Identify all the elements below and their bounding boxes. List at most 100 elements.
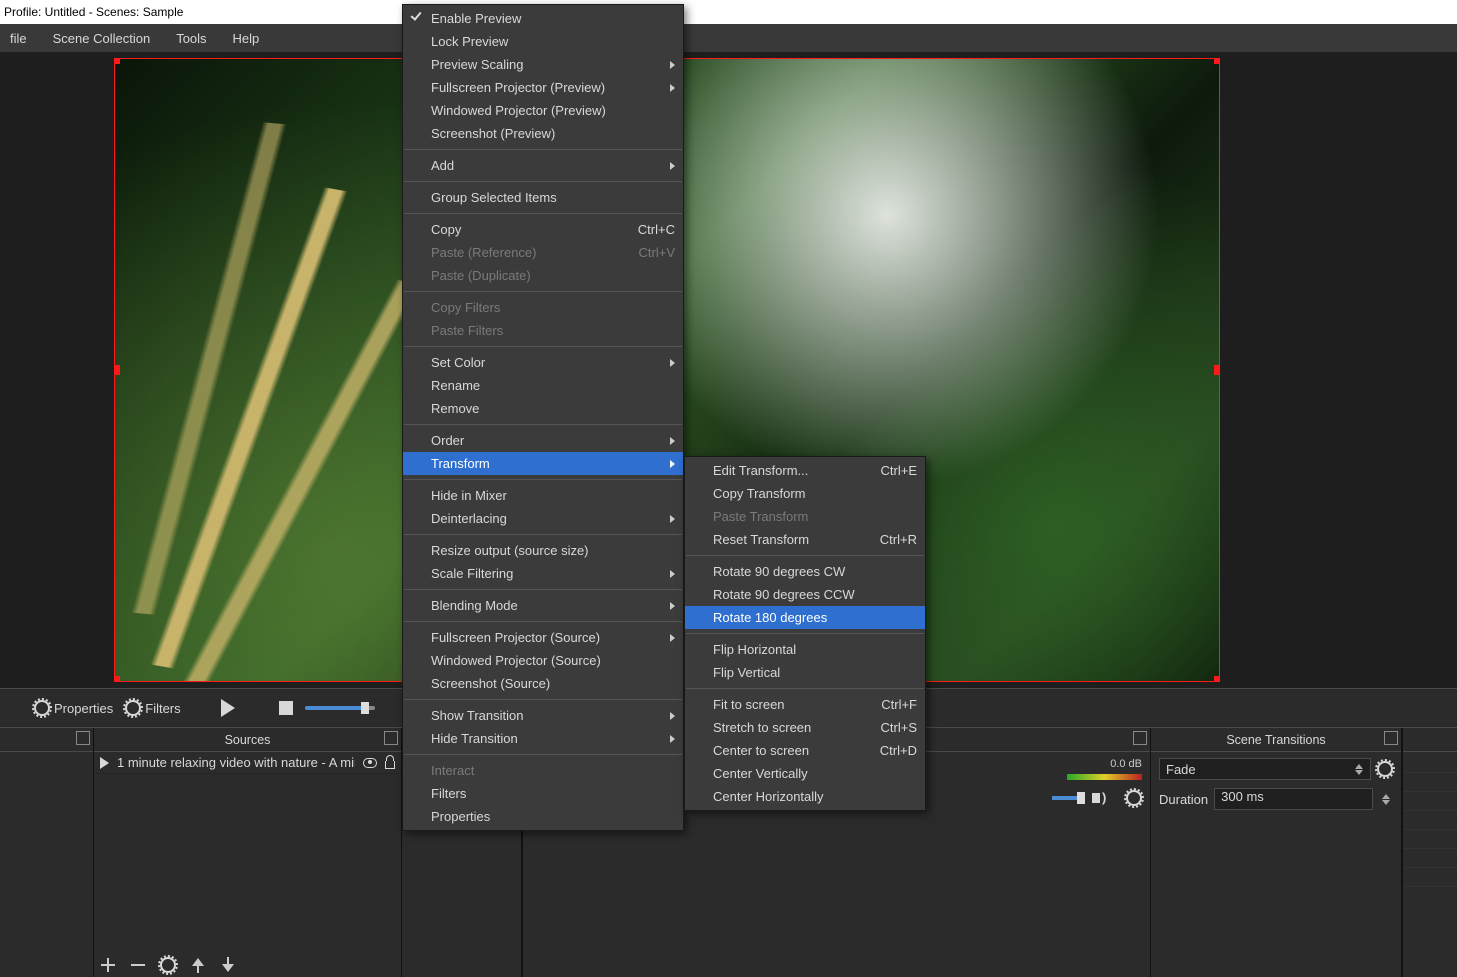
chevron-right-icon <box>670 712 675 720</box>
duration-value: 300 ms <box>1221 789 1264 804</box>
duration-input[interactable]: 300 ms <box>1214 788 1373 810</box>
title-bar: Profile: Untitled - Scenes: Sample <box>0 0 1457 24</box>
ctx-remove[interactable]: Remove <box>403 397 683 420</box>
ctx-rotate-90-ccw[interactable]: Rotate 90 degrees CCW <box>685 583 925 606</box>
ctx-blending-mode[interactable]: Blending Mode <box>403 594 683 617</box>
separator <box>404 754 682 755</box>
ctx-deinterlacing[interactable]: Deinterlacing <box>403 507 683 530</box>
ctx-screenshot-source[interactable]: Screenshot (Source) <box>403 672 683 695</box>
popout-icon[interactable] <box>1133 731 1147 745</box>
menu-help[interactable]: Help <box>223 27 270 50</box>
remove-icon[interactable] <box>130 957 146 973</box>
speaker-icon[interactable] <box>1092 793 1100 803</box>
ctx-add[interactable]: Add <box>403 154 683 177</box>
source-label: 1 minute relaxing video with nature - A … <box>117 755 355 770</box>
ctx-center-to-screen[interactable]: Center to screenCtrl+D <box>685 739 925 762</box>
shortcut: Ctrl+E <box>861 463 917 478</box>
ctx-rotate-90-cw[interactable]: Rotate 90 degrees CW <box>685 560 925 583</box>
ctx-center-horizontally[interactable]: Center Horizontally <box>685 785 925 808</box>
properties-button[interactable]: Properties <box>34 700 113 716</box>
ctx-enable-preview[interactable]: Enable Preview <box>403 7 683 30</box>
chevron-right-icon <box>670 437 675 445</box>
ctx-windowed-projector-source[interactable]: Windowed Projector (Source) <box>403 649 683 672</box>
ctx-hide-transition[interactable]: Hide Transition <box>403 727 683 750</box>
source-item[interactable]: 1 minute relaxing video with nature - A … <box>94 752 401 774</box>
audio-meter <box>1067 774 1142 780</box>
ctx-transform[interactable]: Transform <box>403 452 683 475</box>
shortcut: Ctrl+D <box>860 743 917 758</box>
ctx-windowed-projector-preview[interactable]: Windowed Projector (Preview) <box>403 99 683 122</box>
menu-profile[interactable]: file <box>0 27 37 50</box>
ctx-center-vertically[interactable]: Center Vertically <box>685 762 925 785</box>
separator <box>404 213 682 214</box>
ctx-preview-scaling[interactable]: Preview Scaling <box>403 53 683 76</box>
gear-icon[interactable] <box>160 957 176 973</box>
shortcut: Ctrl+R <box>860 532 917 547</box>
separator <box>404 149 682 150</box>
ctx-flip-horizontal[interactable]: Flip Horizontal <box>685 638 925 661</box>
move-down-icon[interactable] <box>220 957 236 973</box>
ctx-hide-in-mixer[interactable]: Hide in Mixer <box>403 484 683 507</box>
ctx-fullscreen-projector-preview[interactable]: Fullscreen Projector (Preview) <box>403 76 683 99</box>
ctx-show-transition[interactable]: Show Transition <box>403 704 683 727</box>
visibility-icon[interactable] <box>363 758 377 768</box>
popout-icon[interactable] <box>384 731 398 745</box>
sources-panel: Sources 1 minute relaxing video with nat… <box>94 728 402 977</box>
updown-icon[interactable] <box>1379 788 1393 810</box>
ctx-filters[interactable]: Filters <box>403 782 683 805</box>
resize-handle[interactable] <box>114 58 120 64</box>
volume-slider[interactable] <box>1052 796 1082 800</box>
ctx-rename[interactable]: Rename <box>403 374 683 397</box>
gear-icon[interactable] <box>1377 761 1393 777</box>
resize-handle[interactable] <box>114 676 120 682</box>
separator <box>404 621 682 622</box>
gear-icon[interactable] <box>1126 790 1142 806</box>
side-slim-panel <box>1402 728 1457 977</box>
resize-handle[interactable] <box>1214 58 1220 64</box>
ctx-flip-vertical[interactable]: Flip Vertical <box>685 661 925 684</box>
ctx-scale-filtering[interactable]: Scale Filtering <box>403 562 683 585</box>
popout-icon[interactable] <box>1384 731 1398 745</box>
add-icon[interactable] <box>100 957 116 973</box>
resize-handle[interactable] <box>1214 365 1220 375</box>
menu-tools[interactable]: Tools <box>166 27 216 50</box>
ctx-set-color[interactable]: Set Color <box>403 351 683 374</box>
scene-transitions-panel: Scene Transitions Fade Duration 300 ms <box>1150 728 1402 977</box>
ctx-edit-transform[interactable]: Edit Transform...Ctrl+E <box>685 459 925 482</box>
ctx-group-selected[interactable]: Group Selected Items <box>403 186 683 209</box>
ctx-rotate-180[interactable]: Rotate 180 degrees <box>685 606 925 629</box>
scenes-panel <box>0 728 94 977</box>
ctx-fit-to-screen[interactable]: Fit to screenCtrl+F <box>685 693 925 716</box>
popout-icon[interactable] <box>76 731 90 745</box>
filters-label: Filters <box>145 701 180 716</box>
lock-icon[interactable] <box>385 761 395 769</box>
shortcut: Ctrl+F <box>861 697 917 712</box>
transition-select[interactable]: Fade <box>1159 758 1371 780</box>
slider-thumb[interactable] <box>1077 792 1085 804</box>
move-up-icon[interactable] <box>190 957 206 973</box>
slider-thumb[interactable] <box>361 702 369 714</box>
separator <box>404 346 682 347</box>
seek-slider[interactable] <box>305 706 375 710</box>
ctx-lock-preview[interactable]: Lock Preview <box>403 30 683 53</box>
separator <box>404 589 682 590</box>
resize-handle[interactable] <box>1214 676 1220 682</box>
ctx-fullscreen-projector-source[interactable]: Fullscreen Projector (Source) <box>403 626 683 649</box>
slots <box>1403 754 1457 887</box>
filters-button[interactable]: Filters <box>125 700 180 716</box>
menu-scene-collection[interactable]: Scene Collection <box>43 27 161 50</box>
stop-icon[interactable] <box>279 701 293 715</box>
play-icon[interactable] <box>221 699 235 717</box>
resize-handle[interactable] <box>114 365 120 375</box>
ctx-stretch-to-screen[interactable]: Stretch to screenCtrl+S <box>685 716 925 739</box>
ctx-screenshot-preview[interactable]: Screenshot (Preview) <box>403 122 683 145</box>
ctx-order[interactable]: Order <box>403 429 683 452</box>
window-title: Profile: Untitled - Scenes: Sample <box>4 5 183 19</box>
separator <box>686 633 924 634</box>
ctx-copy-transform[interactable]: Copy Transform <box>685 482 925 505</box>
ctx-reset-transform[interactable]: Reset TransformCtrl+R <box>685 528 925 551</box>
ctx-properties[interactable]: Properties <box>403 805 683 828</box>
source-tools <box>100 957 236 973</box>
ctx-resize-output[interactable]: Resize output (source size) <box>403 539 683 562</box>
ctx-copy[interactable]: CopyCtrl+C <box>403 218 683 241</box>
